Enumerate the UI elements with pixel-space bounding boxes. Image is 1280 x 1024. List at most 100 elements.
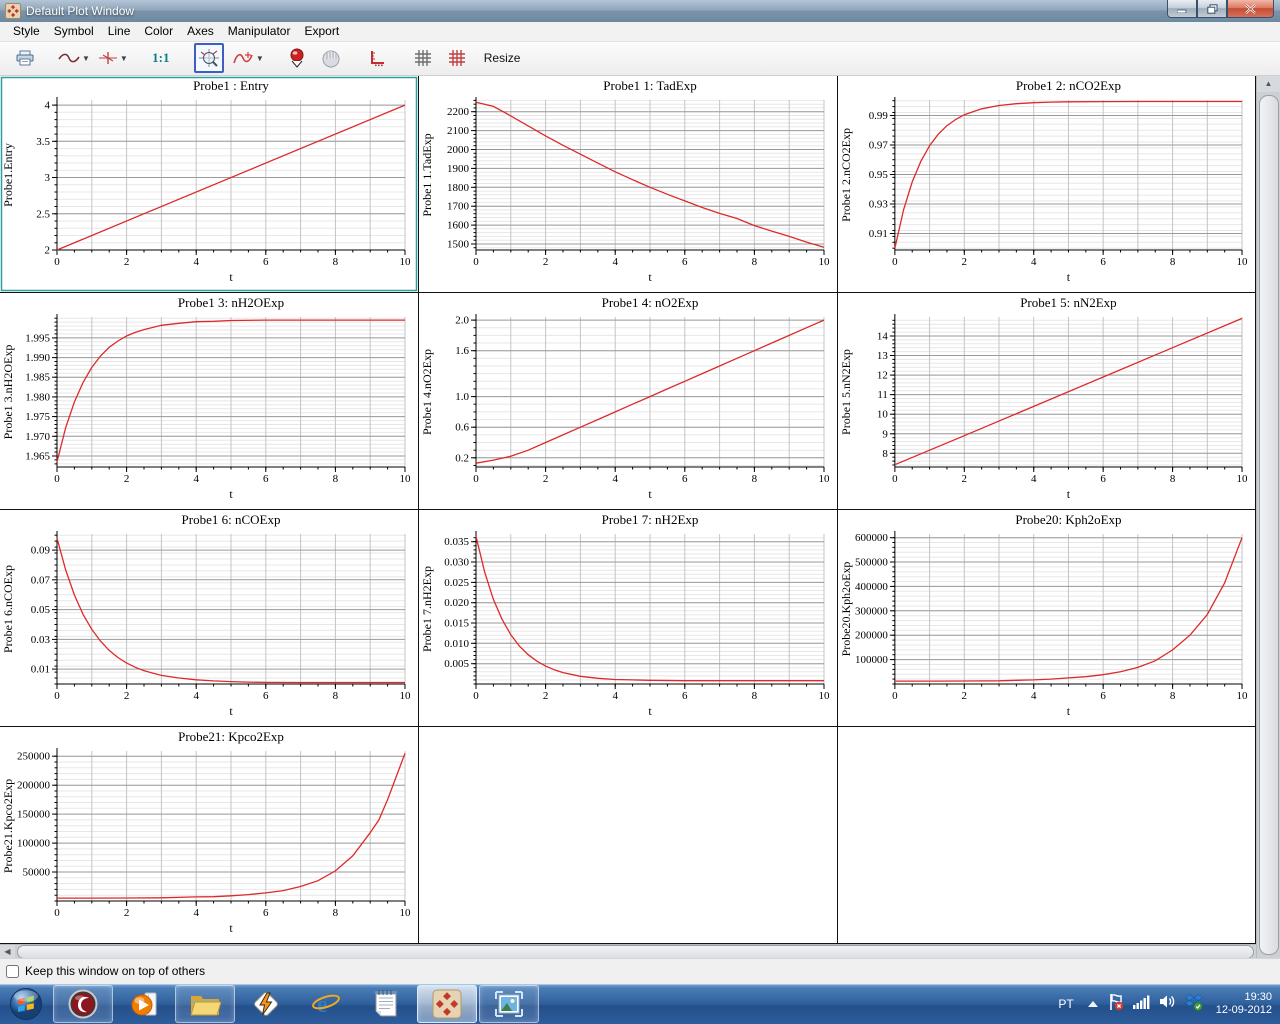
- drop-marker-button[interactable]: [283, 44, 311, 72]
- y-tick-label: 2.5: [36, 208, 50, 220]
- x-tick-label: 6: [263, 473, 269, 485]
- grid-red-button[interactable]: [443, 44, 471, 72]
- x-tick-label: 4: [612, 690, 618, 702]
- network-signal-icon[interactable]: [1133, 995, 1150, 1014]
- x-tick-label: 8: [333, 907, 339, 919]
- plot-canvas[interactable]: 1000002000003000004000005000006000000246…: [838, 510, 1255, 726]
- resize-button[interactable]: Resize: [484, 51, 521, 65]
- y-tick-label: 0.91: [869, 227, 888, 239]
- symbol-style-dropdown-icon[interactable]: ▼: [120, 54, 128, 63]
- menu-item-color[interactable]: Color: [137, 22, 180, 40]
- vertical-scrollbar[interactable]: ▲: [1256, 76, 1280, 958]
- menu-item-style[interactable]: Style: [6, 22, 47, 40]
- plot-canvas[interactable]: 8910111213140246810Probe1 5: nN2ExptProb…: [838, 293, 1255, 509]
- taskbar-app-image-viewer[interactable]: [479, 985, 539, 1023]
- y-tick-label: 200000: [17, 779, 51, 791]
- horizontal-scrollbar[interactable]: ◀: [0, 944, 1256, 959]
- close-button[interactable]: [1227, 0, 1274, 18]
- curve-add-dropdown-icon[interactable]: ▼: [256, 54, 264, 63]
- plot-canvas[interactable]: 0.010.030.050.070.090246810Probe1 6: nCO…: [0, 510, 418, 726]
- plot-canvas[interactable]: 0.0050.0100.0150.0200.0250.0300.03502468…: [419, 510, 837, 726]
- start-button[interactable]: [0, 984, 52, 1024]
- language-indicator[interactable]: PT: [1054, 997, 1077, 1011]
- x-tick-label: 2: [124, 690, 130, 702]
- plot-canvas[interactable]: 0.20.61.01.62.00246810Probe1 4: nO2ExptP…: [419, 293, 837, 509]
- taskbar-app-media-player[interactable]: [115, 986, 173, 1022]
- menu-item-export[interactable]: Export: [297, 22, 346, 40]
- scroll-up-arrow-icon[interactable]: ▲: [1257, 76, 1280, 92]
- print-button[interactable]: [11, 44, 39, 72]
- plot-canvas[interactable]: 1.9651.9701.9751.9801.9851.9901.99502468…: [0, 293, 418, 509]
- y-tick-label: 8: [882, 447, 888, 459]
- x-tick-label: 10: [400, 256, 412, 268]
- y-tick-label: 1.990: [25, 352, 50, 364]
- plot-canvas[interactable]: 0.910.930.950.970.990246810Probe1 2: nCO…: [838, 76, 1255, 292]
- action-center-flag-icon[interactable]: [1108, 993, 1124, 1016]
- plot-cell-10[interactable]: 500001000001500002000002500000246810Prob…: [0, 727, 419, 944]
- plot-title: Probe1 2: nCO2Exp: [1016, 78, 1121, 93]
- x-tick-label: 4: [1031, 473, 1037, 485]
- plot-cell-5[interactable]: 0.20.61.01.62.00246810Probe1 4: nO2ExptP…: [419, 293, 838, 510]
- plot-title: Probe1 4: nO2Exp: [602, 295, 699, 310]
- taskbar-app-internet-explorer[interactable]: e: [297, 986, 355, 1022]
- actual-size-button[interactable]: 1:1: [147, 44, 175, 72]
- minimize-button[interactable]: [1167, 0, 1197, 18]
- zoom-select-button[interactable]: [194, 43, 224, 73]
- menu-item-symbol[interactable]: Symbol: [47, 22, 101, 40]
- x-tick-label: 2: [962, 256, 967, 268]
- y-tick-label: 2.0: [455, 314, 469, 326]
- x-axis-label: t: [229, 704, 233, 718]
- plot-title: Probe1 7: nH2Exp: [602, 512, 699, 527]
- taskbar-app-comodo-dragon[interactable]: [53, 985, 113, 1023]
- volume-icon[interactable]: [1159, 994, 1176, 1014]
- scroll-left-arrow-icon[interactable]: ◀: [0, 945, 15, 959]
- horizontal-scroll-thumb[interactable]: [17, 945, 1254, 959]
- menu-item-axes[interactable]: Axes: [180, 22, 221, 40]
- y-tick-label: 0.01: [31, 663, 50, 675]
- x-tick-label: 4: [1031, 690, 1037, 702]
- dropbox-icon[interactable]: [1185, 993, 1203, 1016]
- line-style-dropdown-icon[interactable]: ▼: [82, 54, 90, 63]
- plot-title: Probe1 : Entry: [193, 78, 269, 93]
- plot-cell-9[interactable]: 1000002000003000004000005000006000000246…: [838, 510, 1256, 727]
- plot-cell-2[interactable]: 150016001700180019002000210022000246810P…: [419, 76, 838, 293]
- y-tick-label: 0.93: [869, 198, 889, 210]
- taskbar-app-winamp[interactable]: [237, 986, 295, 1022]
- taskbar-app-windows-explorer[interactable]: [175, 985, 235, 1023]
- plot-cell-7[interactable]: 0.010.030.050.070.090246810Probe1 6: nCO…: [0, 510, 419, 727]
- vertical-scroll-thumb[interactable]: [1259, 95, 1279, 955]
- pan-hand-button[interactable]: [317, 44, 345, 72]
- plot-canvas[interactable]: 22.533.540246810Probe1 : EntrytProbe1.En…: [0, 76, 418, 292]
- plot-cell-3[interactable]: 0.910.930.950.970.990246810Probe1 2: nCO…: [838, 76, 1256, 293]
- taskbar-app-plot-application[interactable]: [417, 985, 477, 1023]
- plot-canvas[interactable]: 150016001700180019002000210022000246810P…: [419, 76, 837, 292]
- y-tick-label: 600000: [855, 532, 888, 544]
- plot-cell-8[interactable]: 0.0050.0100.0150.0200.0250.0300.03502468…: [419, 510, 838, 727]
- line-style-button[interactable]: ▼: [57, 44, 91, 72]
- axis-ruler-button[interactable]: [363, 44, 391, 72]
- hidden-icons-arrow-icon[interactable]: [1087, 995, 1099, 1013]
- grid-gray-button[interactable]: [409, 44, 437, 72]
- keep-on-top-checkbox[interactable]: [6, 965, 19, 978]
- plot-cell-1[interactable]: 22.533.540246810Probe1 : EntrytProbe1.En…: [0, 76, 419, 293]
- restore-button[interactable]: [1197, 0, 1227, 18]
- y-axis-label: Probe1 7.nH2Exp: [420, 566, 434, 652]
- symbol-style-button[interactable]: ▼: [97, 44, 129, 72]
- window-title: Default Plot Window: [26, 4, 134, 18]
- title-bar[interactable]: Default Plot Window: [0, 0, 1280, 22]
- plot-canvas[interactable]: 500001000001500002000002500000246810Prob…: [0, 727, 418, 943]
- menu-item-manipulator[interactable]: Manipulator: [221, 22, 298, 40]
- y-tick-label: 0.010: [444, 637, 469, 649]
- curve-add-button[interactable]: ▼: [231, 44, 265, 72]
- plot-cell-6[interactable]: 8910111213140246810Probe1 5: nN2ExptProb…: [838, 293, 1256, 510]
- x-axis-label: t: [229, 270, 233, 284]
- taskbar-app-notepad[interactable]: [357, 986, 415, 1022]
- x-axis-label: t: [229, 487, 233, 501]
- y-tick-label: 0.025: [444, 576, 469, 588]
- tray-clock[interactable]: 19:30 12-09-2012: [1216, 991, 1272, 1017]
- x-tick-label: 0: [54, 256, 60, 268]
- plot-cell-4[interactable]: 1.9651.9701.9751.9801.9851.9901.99502468…: [0, 293, 419, 510]
- menu-item-line[interactable]: Line: [101, 22, 138, 40]
- x-tick-label: 6: [263, 907, 269, 919]
- plot-grid: 22.533.540246810Probe1 : EntrytProbe1.En…: [0, 76, 1256, 944]
